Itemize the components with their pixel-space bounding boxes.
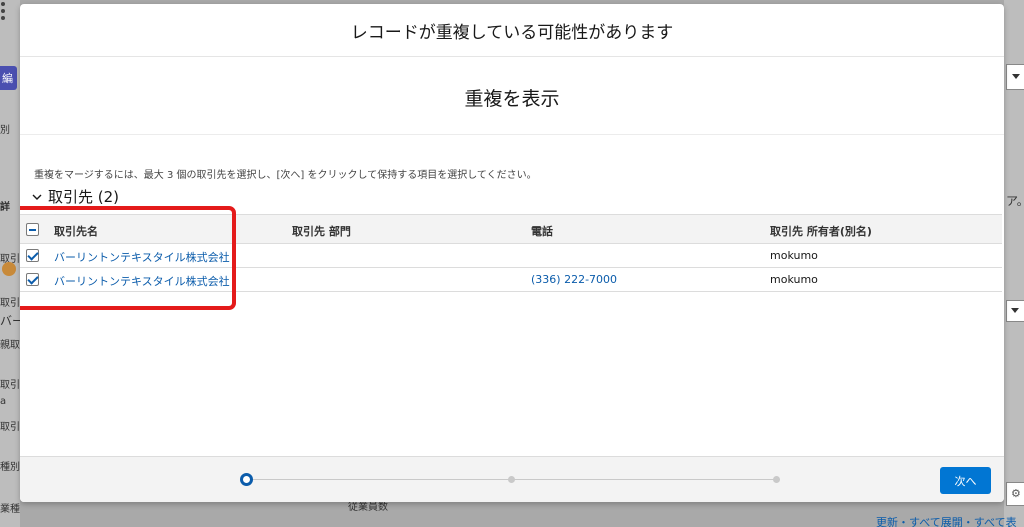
background-links: 更新・すべて展開・すべて表 [876,516,1017,527]
progress-step [773,476,780,483]
background-edit-button: 編 [0,66,17,90]
progress-step [508,476,515,483]
divider [20,134,1004,135]
table-row: バーリントンテキスタイル株式会社 mokumo [20,244,1002,268]
table-row: バーリントンテキスタイル株式会社 (336) 222-7000 mokumo [20,268,1002,292]
select-all-checkbox[interactable] [26,223,39,236]
duplicate-records-modal: レコードが重複している可能性があります 重複を表示 重複をマージするには、最大 … [20,4,1004,502]
table-header-row: 取引先名 取引先 部門 電話 取引先 所有者(別名) [20,214,1002,244]
section-title: 取引先 (2) [48,188,120,206]
row-checkbox[interactable] [26,273,39,286]
background-text: 取引 [0,298,20,309]
chevron-down-icon [1012,74,1020,79]
chevron-down-icon [1011,308,1019,313]
step-title: 重複を表示 [464,88,560,110]
column-header-owner[interactable]: 取引先 所有者(別名) [770,223,872,239]
account-name-link[interactable]: バーリントンテキスタイル株式会社 [54,273,230,289]
background-text: 取引 [0,422,20,433]
background-text: 親取 [0,340,20,351]
gear-icon: ⚙ [1006,482,1024,506]
background-text: a [0,396,7,407]
account-name-link[interactable]: バーリントンテキスタイル株式会社 [54,249,230,265]
section-toggle-accounts[interactable]: 取引先 (2) [32,186,119,207]
column-header-account-name[interactable]: 取引先名 [54,223,98,239]
background-text: 業種 [0,504,20,515]
background-text: ア。 [1006,194,1024,208]
chevron-down-icon [32,194,42,200]
column-header-phone[interactable]: 電話 [531,223,553,239]
merge-instructions: 重複をマージするには、最大 3 個の取引先を選択し、[次へ] をクリックして保持… [34,170,537,181]
row-checkbox[interactable] [26,249,39,262]
column-header-division[interactable]: 取引先 部門 [292,223,351,239]
owner-cell: mokumo [770,273,818,286]
background-avatar [2,262,16,276]
modal-footer: 次へ [20,456,1004,502]
next-button[interactable]: 次へ [940,467,991,494]
modal-title: レコードが重複している可能性があります [350,22,674,43]
progress-step-current [240,473,253,486]
modal-body: 重複を表示 重複をマージするには、最大 3 個の取引先を選択し、[次へ] をクリ… [20,58,1004,456]
background-text: 種別 [0,462,20,473]
app-launcher-icon [0,2,8,28]
background-text: 詳 [0,202,10,213]
background-text: 別 [0,125,10,136]
duplicates-table: 取引先名 取引先 部門 電話 取引先 所有者(別名) バーリントンテキスタイル株… [20,214,1002,292]
modal-header: レコードが重複している可能性があります [20,4,1004,57]
owner-cell: mokumo [770,249,818,262]
background-text: 取引 [0,380,20,391]
phone-link[interactable]: (336) 222-7000 [531,273,617,286]
